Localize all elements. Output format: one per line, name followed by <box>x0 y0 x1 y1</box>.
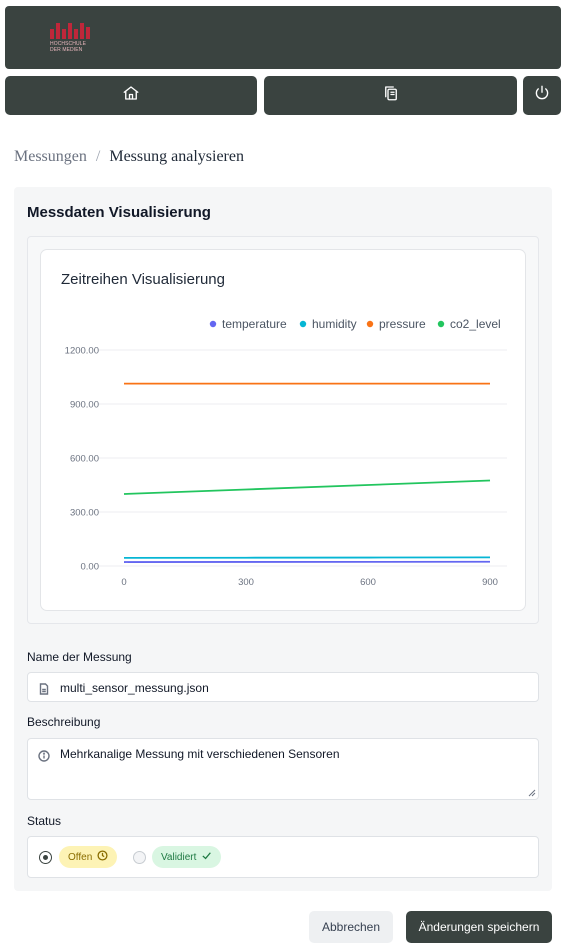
home-button[interactable] <box>5 76 257 115</box>
status-group: Offen Validiert <box>27 836 539 878</box>
chart-card: Zeitreihen Visualisierung 0.00 300.00 600.… <box>40 249 526 611</box>
x-tick-label: 900 <box>482 577 498 588</box>
copy-icon <box>382 84 400 107</box>
x-tick-label: 600 <box>360 577 376 588</box>
visualization-panel: Messdaten Visualisierung Zeitreihen Visu… <box>14 187 552 891</box>
resize-handle[interactable] <box>528 789 536 797</box>
status-validiert-label: Validiert <box>161 851 197 863</box>
file-icon <box>38 682 50 695</box>
status-label: Status <box>27 814 62 828</box>
breadcrumb-separator: / <box>95 148 101 165</box>
status-offen-radio[interactable] <box>39 851 52 864</box>
legend-marker-co2-level <box>437 320 445 328</box>
y-tick-label: 300.00 <box>70 508 99 519</box>
y-tick-label: 600.00 <box>70 454 99 465</box>
description-field[interactable]: Mehrkanalige Messung mit verschiedenen S… <box>27 738 539 800</box>
y-tick-label: 1200.00 <box>65 346 99 357</box>
series-line-co2-level <box>123 479 491 495</box>
y-tick-label: 900.00 <box>70 400 99 411</box>
legend-label-co2-level: co2_level <box>450 317 501 331</box>
series-line-humidity <box>123 556 491 559</box>
legend-label-humidity: humidity <box>312 317 357 331</box>
check-icon <box>201 850 212 864</box>
legend-label-pressure: pressure <box>379 317 426 331</box>
name-value: multi_sensor_messung.json <box>60 681 209 695</box>
chart-container: Zeitreihen Visualisierung 0.00 300.00 600.… <box>27 236 539 624</box>
name-label: Name der Messung <box>27 650 132 664</box>
logo-mark <box>50 23 94 39</box>
copy-button[interactable] <box>264 76 517 115</box>
clock-icon <box>97 850 108 864</box>
status-offen-badge[interactable]: Offen <box>59 846 118 868</box>
status-offen-label: Offen <box>68 851 93 863</box>
logo-text: HOCHSCHULE DER MEDIEN <box>50 41 87 53</box>
power-icon <box>533 84 551 107</box>
x-tick-label: 0 <box>121 577 126 588</box>
legend-marker-pressure <box>366 320 374 328</box>
name-field[interactable]: multi_sensor_messung.json <box>27 672 539 702</box>
description-value: Mehrkanalige Messung mit verschiedenen S… <box>60 747 340 761</box>
x-tick-label: 300 <box>238 577 254 588</box>
description-label: Beschreibung <box>27 715 101 729</box>
home-icon <box>122 84 140 107</box>
hdm-logo[interactable]: HOCHSCHULE DER MEDIEN <box>50 23 94 55</box>
header-bar: HOCHSCHULE DER MEDIEN <box>5 6 561 69</box>
breadcrumb-messungen-link[interactable]: Messungen <box>14 148 87 166</box>
save-button[interactable]: Änderungen speichern <box>406 911 552 943</box>
legend-label-temperature: temperature <box>222 317 287 331</box>
legend-marker-humidity <box>299 320 307 328</box>
breadcrumb: Messungen / Messung analysieren <box>14 148 244 166</box>
info-icon <box>38 749 50 762</box>
line-chart: 0.00 300.00 600.00 900.00 1200.00 0 300 600 900 t… <box>65 317 507 588</box>
legend-marker-temperature <box>209 320 217 328</box>
power-button[interactable] <box>523 76 561 115</box>
cancel-button[interactable]: Abbrechen <box>309 911 393 943</box>
panel-title: Messdaten Visualisierung <box>27 204 211 221</box>
breadcrumb-current: Messung analysieren <box>109 148 244 165</box>
status-validiert-badge[interactable]: Validiert <box>152 846 222 868</box>
y-tick-label: 0.00 <box>81 562 100 573</box>
status-validiert-radio[interactable] <box>133 851 146 864</box>
